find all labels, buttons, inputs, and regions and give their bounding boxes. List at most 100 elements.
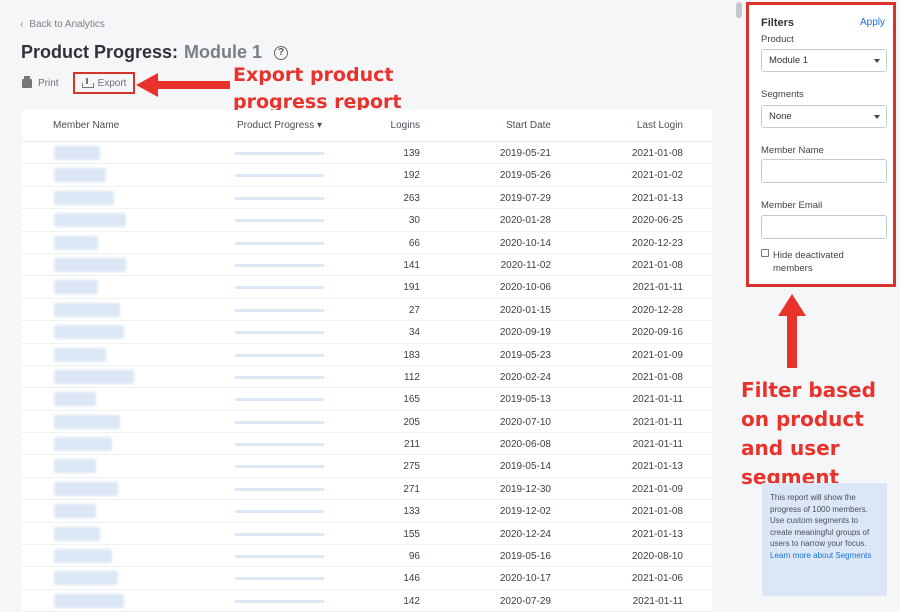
progress-bar	[235, 219, 324, 223]
last-login-cell: 2021-01-08	[631, 259, 683, 271]
start-date-cell: 2020-12-24	[499, 528, 551, 540]
table-row[interactable]: 192 2019-05-26 2021-01-02	[22, 164, 712, 187]
column-member-name[interactable]: Member Name	[53, 120, 119, 131]
member-name-cell[interactable]	[54, 257, 126, 272]
filter-annotation: Filter based on product and user segment	[741, 378, 876, 489]
member-name-cell[interactable]	[54, 414, 120, 429]
segments-info-box: This report will show the progress of 10…	[762, 483, 887, 596]
table-row[interactable]: 27 2020-01-15 2020-12-28	[22, 299, 712, 322]
back-link[interactable]: ‹ Back to Analytics	[20, 19, 105, 30]
table-row[interactable]: 271 2019-12-30 2021-01-09	[22, 478, 712, 501]
progress-bar	[235, 420, 324, 424]
column-start-date[interactable]: Start Date	[462, 120, 551, 131]
logins-cell: 191	[403, 282, 420, 294]
table-row[interactable]: 165 2019-05-13 2021-01-11	[22, 388, 712, 411]
product-select-value: Module 1	[769, 55, 809, 66]
member-name-cell[interactable]	[54, 280, 98, 295]
member-progress-table: Member Name Product Progress ▾ Logins St…	[22, 110, 712, 612]
member-name-cell[interactable]	[54, 392, 96, 407]
start-date-cell: 2020-02-24	[499, 371, 551, 383]
table-row[interactable]: 133 2019-12-02 2021-01-08	[22, 500, 712, 523]
table-row[interactable]: 66 2020-10-14 2020-12-23	[22, 232, 712, 254]
progress-bar	[235, 308, 324, 312]
progress-bar	[235, 555, 324, 559]
column-logins[interactable]: Logins	[322, 120, 420, 131]
apply-button[interactable]: Apply	[860, 17, 885, 28]
table-row[interactable]: 96 2019-05-16 2020-08-10	[22, 545, 712, 568]
member-name-cell[interactable]	[54, 571, 118, 586]
print-button[interactable]: Print	[22, 75, 59, 89]
member-name-cell[interactable]	[54, 459, 96, 474]
member-name-cell[interactable]	[54, 302, 120, 317]
table-row[interactable]: 275 2019-05-14 2021-01-13	[22, 455, 712, 478]
logins-cell: 112	[404, 371, 420, 383]
member-email-input[interactable]	[761, 215, 887, 239]
member-name-cell[interactable]	[54, 190, 114, 205]
segments-select[interactable]: None	[761, 105, 887, 128]
export-annotation: Export product progress report	[233, 64, 402, 113]
table-header: Member Name Product Progress ▾ Logins St…	[22, 110, 712, 142]
start-date-cell: 2020-10-17	[499, 573, 551, 585]
progress-bar	[235, 152, 324, 155]
export-button[interactable]: Export	[72, 72, 136, 94]
progress-bar	[235, 398, 324, 402]
progress-bar	[235, 577, 324, 581]
table-row[interactable]: 183 2019-05-23 2021-01-09	[22, 344, 712, 366]
member-name-cell[interactable]	[54, 213, 126, 228]
table-row[interactable]: 34 2020-09-19 2020-09-16	[22, 321, 712, 344]
table-row[interactable]: 263 2019-07-29 2021-01-13	[22, 187, 712, 210]
last-login-cell: 2021-01-08	[631, 506, 683, 518]
member-name-cell[interactable]	[54, 481, 118, 496]
last-login-cell: 2021-01-13	[631, 461, 683, 473]
table-row[interactable]: 141 2020-11-02 2021-01-08	[22, 254, 712, 277]
table-row[interactable]: 155 2020-12-24 2021-01-13	[22, 523, 712, 546]
export-annotation-arrow	[136, 73, 230, 97]
member-name-cell[interactable]	[54, 593, 124, 608]
table-row[interactable]: 211 2020-06-08 2021-01-11	[22, 433, 712, 456]
member-name-input[interactable]	[761, 159, 887, 183]
member-name-cell[interactable]	[54, 504, 96, 519]
member-name-cell[interactable]	[54, 549, 112, 564]
column-last-login[interactable]: Last Login	[582, 120, 683, 131]
caret-down-icon	[874, 115, 880, 119]
start-date-cell: 2019-05-14	[499, 461, 551, 473]
caret-down-icon	[874, 59, 880, 63]
start-date-cell: 2019-05-21	[499, 148, 551, 159]
member-name-label: Member Name	[761, 145, 824, 156]
table-row[interactable]: 205 2020-07-10 2021-01-11	[22, 411, 712, 434]
print-label: Print	[38, 77, 59, 89]
table-row[interactable]: 191 2020-10-06 2021-01-11	[22, 276, 712, 299]
member-name-cell[interactable]	[54, 235, 98, 250]
logins-cell: 211	[404, 439, 420, 451]
member-name-cell[interactable]	[54, 168, 106, 183]
progress-bar	[235, 510, 324, 514]
member-name-cell[interactable]	[54, 526, 100, 541]
product-select[interactable]: Module 1	[761, 49, 887, 72]
last-login-cell: 2021-01-11	[632, 394, 683, 406]
hide-deactivated-checkbox[interactable]	[761, 249, 769, 257]
help-icon[interactable]: ?	[274, 45, 289, 60]
table-row[interactable]: 139 2019-05-21 2021-01-08	[22, 142, 712, 165]
progress-bar	[235, 353, 324, 357]
logins-cell: 271	[403, 483, 420, 495]
last-login-cell: 2021-01-02	[631, 170, 683, 182]
progress-bar	[235, 532, 324, 536]
table-row[interactable]: 146 2020-10-17 2021-01-06	[22, 567, 712, 590]
column-product-progress[interactable]: Product Progress ▾	[237, 120, 322, 131]
table-row[interactable]: 142 2020-07-29 2021-01-11	[22, 590, 712, 612]
table-row[interactable]: 30 2020-01-28 2020-06-25	[22, 209, 712, 232]
download-icon	[81, 78, 94, 88]
segments-select-value: None	[769, 111, 792, 122]
member-name-cell[interactable]	[54, 146, 100, 160]
logins-cell: 96	[408, 551, 420, 563]
member-name-cell[interactable]	[54, 347, 106, 362]
learn-more-link[interactable]: Learn more about Segments	[770, 550, 879, 562]
last-login-cell: 2021-01-06	[631, 573, 683, 585]
member-name-cell[interactable]	[54, 437, 112, 452]
scrollbar[interactable]	[736, 2, 742, 18]
logins-cell: 205	[403, 416, 420, 428]
table-row[interactable]: 112 2020-02-24 2021-01-08	[22, 366, 712, 389]
member-name-cell[interactable]	[54, 325, 124, 340]
logins-cell: 34	[408, 327, 420, 339]
member-name-cell[interactable]	[54, 369, 134, 384]
